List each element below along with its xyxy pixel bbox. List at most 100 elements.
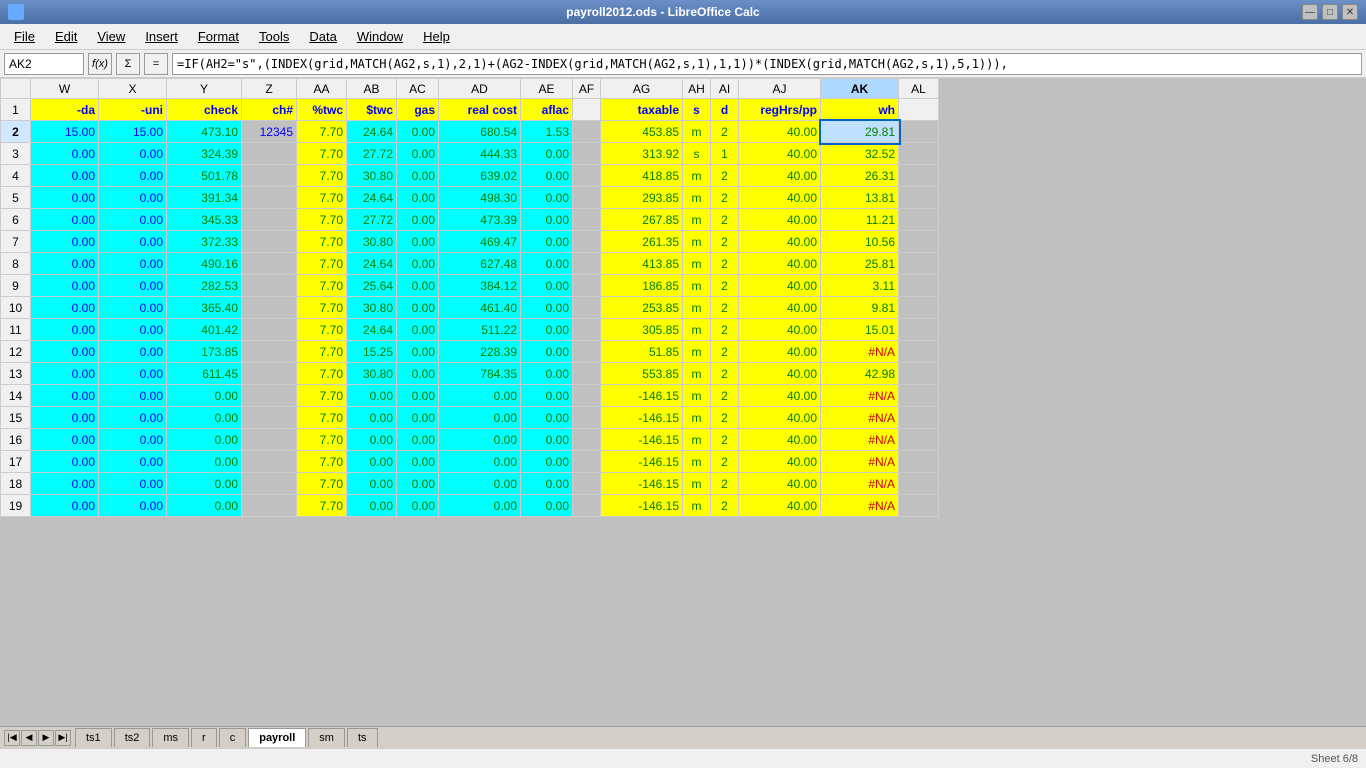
menu-data[interactable]: Data bbox=[299, 27, 346, 46]
spreadsheet-body: 2 15.00 15.00 473.10 12345 7.70 24.64 0.… bbox=[1, 121, 939, 517]
cell-AK2[interactable]: 29.81 bbox=[821, 121, 899, 143]
col-header-Y[interactable]: Y bbox=[167, 79, 242, 99]
menu-help[interactable]: Help bbox=[413, 27, 460, 46]
sheet-tab-payroll[interactable]: payroll bbox=[248, 728, 306, 747]
cell-Z1[interactable]: ch# bbox=[242, 99, 297, 121]
menu-window[interactable]: Window bbox=[347, 27, 413, 46]
col-header-W[interactable]: W bbox=[31, 79, 99, 99]
table-row: 16 0.00 0.00 0.00 7.70 0.00 0.00 0.00 0.… bbox=[1, 429, 939, 451]
col-header-AG[interactable]: AG bbox=[601, 79, 683, 99]
cell-AE1[interactable]: aflac bbox=[521, 99, 573, 121]
table-row: 14 0.00 0.00 0.00 7.70 0.00 0.00 0.00 0.… bbox=[1, 385, 939, 407]
table-row: 15 0.00 0.00 0.00 7.70 0.00 0.00 0.00 0.… bbox=[1, 407, 939, 429]
row-1: 1 -da -uni check ch# %twc $twc gas real … bbox=[1, 99, 939, 121]
col-header-X[interactable]: X bbox=[99, 79, 167, 99]
col-header-AJ[interactable]: AJ bbox=[739, 79, 821, 99]
col-header-Z[interactable]: Z bbox=[242, 79, 297, 99]
col-header-AK[interactable]: AK bbox=[821, 79, 899, 99]
maximize-button[interactable]: □ bbox=[1322, 4, 1338, 20]
table-row: 10 0.00 0.00 365.40 7.70 30.80 0.00 461.… bbox=[1, 297, 939, 319]
app-icon bbox=[8, 4, 24, 20]
cell-AG2[interactable]: 453.85 bbox=[601, 121, 683, 143]
function-wizard-button[interactable]: f(x) bbox=[88, 53, 112, 75]
cell-AL2[interactable] bbox=[899, 121, 939, 143]
col-header-AA[interactable]: AA bbox=[297, 79, 347, 99]
cell-AC2[interactable]: 0.00 bbox=[397, 121, 439, 143]
col-header-AD[interactable]: AD bbox=[439, 79, 521, 99]
row-num-13: 13 bbox=[1, 363, 31, 385]
tab-last-button[interactable]: ▶| bbox=[55, 730, 71, 746]
cell-AL1[interactable] bbox=[899, 99, 939, 121]
row-num-10: 10 bbox=[1, 297, 31, 319]
sheet-tab-ts[interactable]: ts bbox=[347, 728, 378, 747]
window-controls: — □ ✕ bbox=[1302, 4, 1358, 20]
row-num-1: 1 bbox=[1, 99, 31, 121]
minimize-button[interactable]: — bbox=[1302, 4, 1318, 20]
tab-first-button[interactable]: |◀ bbox=[4, 730, 20, 746]
cell-Z2[interactable]: 12345 bbox=[242, 121, 297, 143]
formula-equal-button[interactable]: = bbox=[144, 53, 168, 75]
menu-view[interactable]: View bbox=[87, 27, 135, 46]
row-num-15: 15 bbox=[1, 407, 31, 429]
col-header-AL[interactable]: AL bbox=[899, 79, 939, 99]
cell-AJ1[interactable]: regHrs/pp bbox=[739, 99, 821, 121]
cell-AB2[interactable]: 24.64 bbox=[347, 121, 397, 143]
sheet-tab-ts1[interactable]: ts1 bbox=[75, 728, 112, 747]
menu-tools[interactable]: Tools bbox=[249, 27, 299, 46]
menu-format[interactable]: Format bbox=[188, 27, 249, 46]
row-num-19: 19 bbox=[1, 495, 31, 517]
table-row: 2 15.00 15.00 473.10 12345 7.70 24.64 0.… bbox=[1, 121, 939, 143]
cell-X2[interactable]: 15.00 bbox=[99, 121, 167, 143]
col-header-AE[interactable]: AE bbox=[521, 79, 573, 99]
cell-AH2[interactable]: m bbox=[683, 121, 711, 143]
cell-X1[interactable]: -uni bbox=[99, 99, 167, 121]
cell-W1[interactable]: -da bbox=[31, 99, 99, 121]
sheet-tab-ms[interactable]: ms bbox=[152, 728, 189, 747]
sheet-tab-r[interactable]: r bbox=[191, 728, 217, 747]
table-row: 9 0.00 0.00 282.53 7.70 25.64 0.00 384.1… bbox=[1, 275, 939, 297]
col-header-AC[interactable]: AC bbox=[397, 79, 439, 99]
sheet-tab-ts2[interactable]: ts2 bbox=[114, 728, 151, 747]
sheet-tab-c[interactable]: c bbox=[219, 728, 247, 747]
close-button[interactable]: ✕ bbox=[1342, 4, 1358, 20]
cell-W2[interactable]: 15.00 bbox=[31, 121, 99, 143]
cell-AF2[interactable] bbox=[573, 121, 601, 143]
formula-input[interactable] bbox=[172, 53, 1362, 75]
col-header-AF[interactable]: AF bbox=[573, 79, 601, 99]
cell-AG1[interactable]: taxable bbox=[601, 99, 683, 121]
cell-AI2[interactable]: 2 bbox=[711, 121, 739, 143]
row-num-17: 17 bbox=[1, 451, 31, 473]
cell-AE2[interactable]: 1.53 bbox=[521, 121, 573, 143]
row-num-8: 8 bbox=[1, 253, 31, 275]
tab-prev-button[interactable]: ◀ bbox=[21, 730, 37, 746]
cell-reference-box[interactable] bbox=[4, 53, 84, 75]
cell-AA1[interactable]: %twc bbox=[297, 99, 347, 121]
cell-AC1[interactable]: gas bbox=[397, 99, 439, 121]
cell-AI1[interactable]: d bbox=[711, 99, 739, 121]
cell-Y1[interactable]: check bbox=[167, 99, 242, 121]
table-row: 6 0.00 0.00 345.33 7.70 27.72 0.00 473.3… bbox=[1, 209, 939, 231]
column-headers: W X Y Z AA AB AC AD AE AF AG AH AI AJ AK… bbox=[1, 79, 939, 99]
cell-AD2[interactable]: 680.54 bbox=[439, 121, 521, 143]
row-num-11: 11 bbox=[1, 319, 31, 341]
menu-file[interactable]: File bbox=[4, 27, 45, 46]
cell-AH1[interactable]: s bbox=[683, 99, 711, 121]
cell-AJ2[interactable]: 40.00 bbox=[739, 121, 821, 143]
cell-AD1[interactable]: real cost bbox=[439, 99, 521, 121]
cell-AF1[interactable] bbox=[573, 99, 601, 121]
table-row: 11 0.00 0.00 401.42 7.70 24.64 0.00 511.… bbox=[1, 319, 939, 341]
cell-AB1[interactable]: $twc bbox=[347, 99, 397, 121]
sheet-tab-sm[interactable]: sm bbox=[308, 728, 345, 747]
tab-next-button[interactable]: ▶ bbox=[38, 730, 54, 746]
row-num-9: 9 bbox=[1, 275, 31, 297]
cell-AK1[interactable]: wh bbox=[821, 99, 899, 121]
sum-button[interactable]: Σ bbox=[116, 53, 140, 75]
cell-Y2[interactable]: 473.10 bbox=[167, 121, 242, 143]
menu-insert[interactable]: Insert bbox=[135, 27, 188, 46]
col-header-AI[interactable]: AI bbox=[711, 79, 739, 99]
col-header-AB[interactable]: AB bbox=[347, 79, 397, 99]
col-header-AH[interactable]: AH bbox=[683, 79, 711, 99]
cell-AA2[interactable]: 7.70 bbox=[297, 121, 347, 143]
menu-edit[interactable]: Edit bbox=[45, 27, 87, 46]
spreadsheet-area: W X Y Z AA AB AC AD AE AF AG AH AI AJ AK… bbox=[0, 78, 1366, 726]
